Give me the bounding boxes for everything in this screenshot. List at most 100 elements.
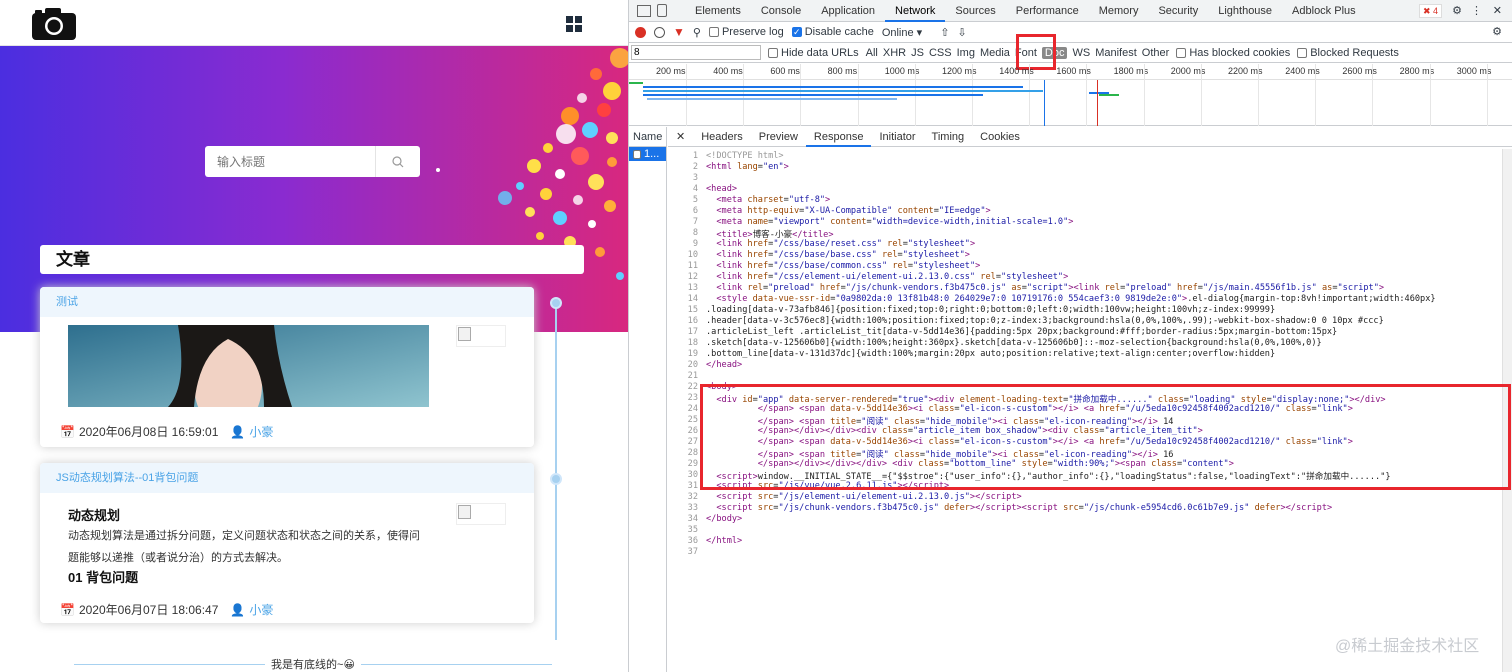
- article-card[interactable]: 测试 📅 2020年06月08日 16:59:01 👤 小豪: [40, 287, 534, 447]
- waterfall-bar: [643, 90, 1043, 92]
- detail-tab-preview[interactable]: Preview: [751, 127, 806, 147]
- filter-type-manifest[interactable]: Manifest: [1095, 47, 1137, 59]
- tab-security[interactable]: Security: [1148, 0, 1208, 22]
- broken-image-thumb: [456, 325, 506, 347]
- filter-input[interactable]: [631, 45, 761, 60]
- detail-tab-cookies[interactable]: Cookies: [972, 127, 1028, 147]
- camera-logo-icon[interactable]: [32, 8, 76, 40]
- close-icon[interactable]: ✕: [1493, 4, 1502, 17]
- search-button[interactable]: [375, 146, 420, 177]
- filter-type-doc[interactable]: Doc: [1041, 46, 1068, 59]
- hide-data-urls-label: Hide data URLs: [781, 46, 859, 59]
- preserve-log-label: Preserve log: [721, 26, 784, 38]
- tab-console[interactable]: Console: [751, 0, 811, 22]
- timeline-tick: 400 ms: [713, 66, 743, 76]
- line-number: 24: [687, 404, 698, 414]
- timeline-gridline: [1486, 64, 1488, 126]
- close-detail-icon[interactable]: ✕: [668, 127, 693, 147]
- filter-type-font[interactable]: Font: [1015, 47, 1037, 59]
- article-cover-image: [68, 325, 429, 407]
- filter-type-js[interactable]: JS: [911, 47, 924, 59]
- filter-type-media[interactable]: Media: [980, 47, 1010, 59]
- source-line: <link href="/css/element-ui/element-ui.2…: [716, 272, 1069, 282]
- article-card[interactable]: JS动态规划算法--01背包问题 动态规划 动态规划算法是通过拆分问题，定义问题…: [40, 463, 534, 623]
- clear-icon[interactable]: [654, 26, 665, 38]
- calendar-icon: 📅: [60, 602, 75, 617]
- waterfall-bar: [643, 86, 1023, 88]
- article-title[interactable]: 测试: [40, 287, 534, 317]
- line-number: 7: [692, 217, 698, 227]
- filter-type-xhr[interactable]: XHR: [883, 47, 906, 59]
- hide-data-urls-checkbox[interactable]: Hide data URLs: [768, 47, 859, 59]
- timeline-gridline: [1429, 64, 1431, 126]
- has-blocked-cookies-checkbox[interactable]: Has blocked cookies: [1176, 47, 1290, 59]
- line-number: 27: [687, 437, 698, 447]
- device-toggle-icon[interactable]: [657, 4, 667, 17]
- article-author[interactable]: 小豪: [249, 423, 273, 440]
- detail-tabs: ✕ Headers Preview Response Initiator Timing Co…: [668, 127, 1512, 147]
- menu-grid-icon[interactable]: [566, 16, 582, 32]
- line-number: 32: [687, 492, 698, 502]
- calendar-icon: 📅: [60, 424, 75, 439]
- source-line: <script src="/js/vue/vue.2.6.11.js"></sc…: [716, 481, 950, 491]
- filter-type-css[interactable]: CSS: [929, 47, 952, 59]
- tab-network[interactable]: Network: [885, 0, 946, 22]
- tab-performance[interactable]: Performance: [1006, 0, 1089, 22]
- line-number: 14: [687, 294, 698, 304]
- detail-tab-initiator[interactable]: Initiator: [871, 127, 923, 147]
- filter-type-ws[interactable]: WS: [1072, 47, 1090, 59]
- filter-type-img[interactable]: Img: [957, 47, 975, 59]
- tab-memory[interactable]: Memory: [1089, 0, 1149, 22]
- search-input[interactable]: [205, 146, 375, 177]
- tab-adblock-plus[interactable]: Adblock Plus: [1282, 0, 1366, 22]
- detail-tab-timing[interactable]: Timing: [924, 127, 973, 147]
- article-author[interactable]: 小豪: [249, 601, 273, 618]
- tab-lighthouse[interactable]: Lighthouse: [1208, 0, 1282, 22]
- line-number: 37: [687, 547, 698, 557]
- disable-cache-checkbox[interactable]: ✓ Disable cache: [791, 26, 874, 38]
- search-icon[interactable]: ⚲: [693, 26, 701, 39]
- line-number: 20: [687, 360, 698, 370]
- timeline-gridline: [1258, 64, 1259, 126]
- devtools-panel: Elements Console Application Network Sources…: [628, 0, 1512, 672]
- user-icon: 👤: [230, 602, 246, 617]
- line-number: 6: [692, 206, 698, 216]
- tab-sources[interactable]: Sources: [945, 0, 1005, 22]
- source-line: <meta http-equiv="X-UA-Compatible" conte…: [716, 206, 991, 216]
- detail-tab-headers[interactable]: Headers: [693, 127, 751, 147]
- error-badge[interactable]: ✖ 4: [1418, 4, 1442, 18]
- record-icon[interactable]: [635, 26, 646, 38]
- blocked-requests-checkbox[interactable]: Blocked Requests: [1297, 47, 1399, 59]
- filter-type-other[interactable]: Other: [1142, 47, 1170, 59]
- throttle-select[interactable]: Online ▾: [882, 26, 922, 39]
- export-har-icon[interactable]: ⇩: [957, 26, 966, 39]
- vertical-scrollbar[interactable]: [1502, 149, 1512, 672]
- line-number: 5: [692, 195, 698, 205]
- article-subheading: 01 背包问题: [68, 570, 139, 585]
- tab-elements[interactable]: Elements: [685, 0, 751, 22]
- line-number: 34: [687, 514, 698, 524]
- source-line: <script src="/js/chunk-vendors.f3b475c0.…: [716, 503, 1333, 513]
- detail-tab-response[interactable]: Response: [805, 127, 872, 147]
- request-row[interactable]: 1...: [629, 147, 666, 161]
- line-number: 3: [692, 173, 698, 183]
- tab-application[interactable]: Application: [811, 0, 885, 22]
- timeline-tick: 600 ms: [770, 66, 800, 76]
- import-har-icon[interactable]: ⇧: [940, 26, 949, 39]
- name-column-header[interactable]: Name: [629, 127, 666, 147]
- filter-icon[interactable]: ▼: [673, 25, 685, 39]
- line-number: 22: [687, 382, 698, 392]
- timeline-marker: [1097, 80, 1098, 126]
- more-menu-icon[interactable]: ⋮: [1471, 4, 1482, 17]
- source-line: .articleList_left .articleList_tit[data-…: [706, 327, 1338, 337]
- source-line: <meta charset="utf-8">: [716, 195, 831, 205]
- article-title[interactable]: JS动态规划算法--01背包问题: [40, 463, 534, 493]
- inspect-element-icon[interactable]: [637, 4, 651, 17]
- preserve-log-checkbox[interactable]: Preserve log: [708, 26, 784, 38]
- network-settings-icon[interactable]: ⚙: [1492, 25, 1502, 38]
- filter-type-all[interactable]: All: [866, 47, 878, 59]
- settings-icon[interactable]: ⚙: [1452, 4, 1462, 17]
- blog-page: 文章 测试 📅 2020年06月08日 16:59:01 👤 小豪 JS动态规划…: [0, 0, 628, 672]
- source-line: .header[data-v-3c576ec8]{width:100%;posi…: [706, 316, 1384, 326]
- emoji-icon: 😀: [343, 658, 355, 671]
